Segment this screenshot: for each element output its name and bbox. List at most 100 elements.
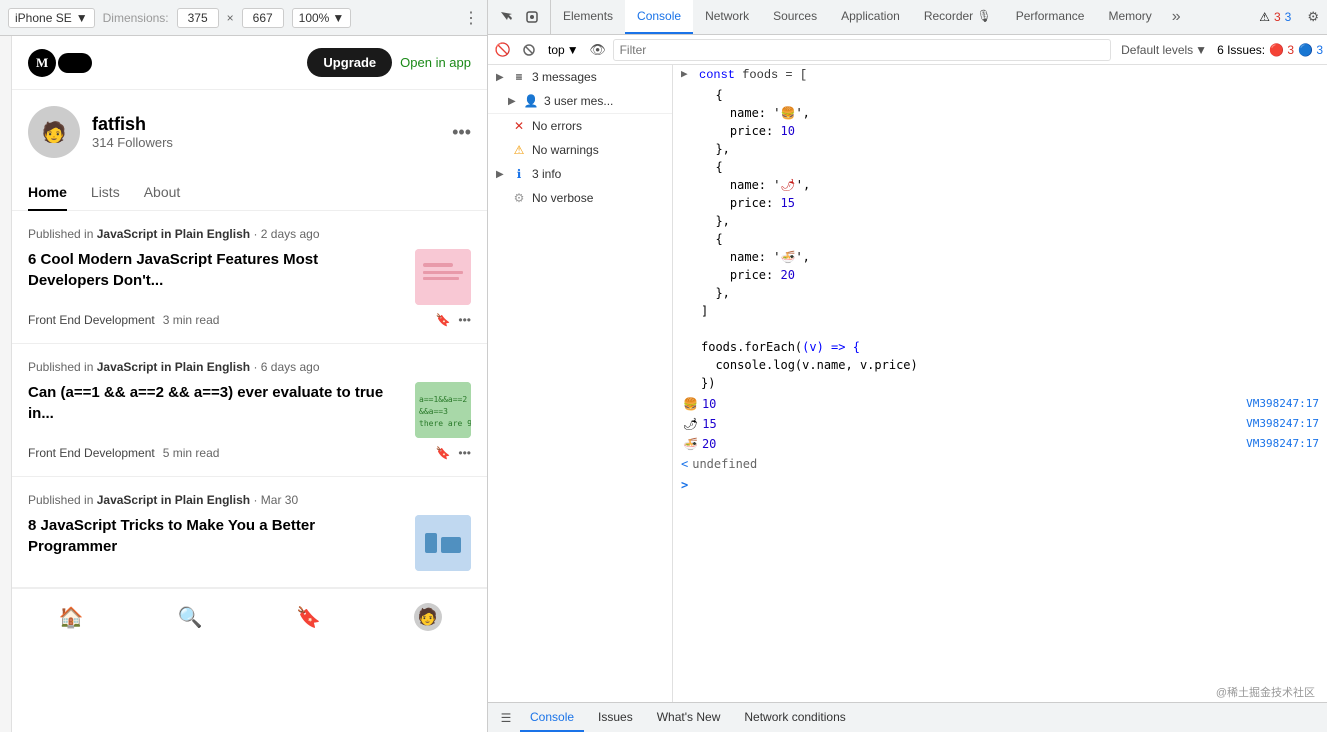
filter-input[interactable]: [613, 39, 1112, 61]
tag-1[interactable]: Front End Development: [28, 313, 155, 327]
tab-home[interactable]: Home: [28, 174, 67, 210]
toolbar-more-button[interactable]: ⋮: [463, 8, 479, 28]
bottom-nav-profile[interactable]: 🧑: [368, 597, 487, 637]
tab-recorder[interactable]: Recorder 🎙: [912, 0, 1004, 34]
device-selector[interactable]: iPhone SE ▼: [8, 8, 95, 28]
no-warnings-label: No warnings: [532, 143, 664, 157]
svg-text:&&a==3: &&a==3: [419, 407, 448, 416]
default-levels-button[interactable]: Default levels ▼: [1115, 41, 1213, 59]
tab-sources[interactable]: Sources: [761, 0, 829, 34]
console-main: ▶ ≡ 3 messages ▶ 👤 3 user mes... ✕ No er…: [488, 65, 1327, 702]
avatar-emoji: 🧑: [42, 120, 67, 145]
bottom-tab-issues[interactable]: Issues: [588, 703, 643, 732]
devtools-tab-bar: Elements Console Network Sources Applica…: [488, 0, 1327, 35]
logo-ellipse-icon: [58, 53, 92, 73]
tab-application[interactable]: Application: [829, 0, 912, 34]
svg-text:there are 9: there are 9: [419, 419, 471, 428]
no-errors-label: No errors: [532, 119, 664, 133]
bottom-nav-bookmark[interactable]: 🔖: [250, 597, 369, 637]
msg-group-all: ▶ ≡ 3 messages ▶ 👤 3 user mes...: [488, 65, 672, 114]
bottom-nav: 🏠 🔍 🔖 🧑: [12, 588, 487, 645]
bookmark-icon-1[interactable]: 🔖: [435, 313, 450, 327]
output-source-3[interactable]: VM398247:17: [1246, 435, 1319, 453]
eye-filter-button[interactable]: 👁: [587, 39, 609, 61]
article-title-1[interactable]: 6 Cool Modern JavaScript Features Most D…: [28, 249, 403, 291]
msg-row-user-messages[interactable]: ▶ 👤 3 user mes...: [488, 89, 672, 113]
article-more-1[interactable]: •••: [458, 313, 471, 327]
console-prompt[interactable]: >: [673, 474, 1327, 496]
devtools-inspect-icon[interactable]: [520, 5, 544, 29]
profile-left: 🧑 fatfish 314 Followers: [28, 106, 173, 158]
devtools-cursor-icon[interactable]: [494, 5, 518, 29]
console-issues-red[interactable]: 🔴 3: [1269, 43, 1294, 57]
article-title-2[interactable]: Can (a==1 && a==2 && a==3) ever evaluate…: [28, 382, 403, 424]
bottom-nav-search[interactable]: 🔍: [131, 597, 250, 637]
article-title-3[interactable]: 8 JavaScript Tricks to Make You a Better…: [28, 515, 403, 557]
msg-row-warnings[interactable]: ⚠ No warnings: [488, 138, 672, 162]
tab-lists[interactable]: Lists: [91, 174, 120, 210]
tab-console[interactable]: Console: [625, 0, 693, 34]
tab-network[interactable]: Network: [693, 0, 761, 34]
bottom-tab-network-conditions[interactable]: Network conditions: [734, 703, 855, 732]
console-stop-button[interactable]: 🚫: [492, 39, 514, 61]
publication-2: JavaScript in Plain English: [97, 360, 250, 374]
published-line-3: Published in JavaScript in Plain English…: [28, 493, 471, 507]
zoom-dropdown-icon: ▼: [332, 11, 344, 25]
profile-name: fatfish: [92, 114, 173, 135]
tag-2[interactable]: Front End Development: [28, 446, 155, 460]
devtools-settings-button[interactable]: ⚙: [1299, 0, 1327, 34]
code-line-15: foods.forEach((v) => {: [701, 338, 1319, 356]
output-val-2: 15: [702, 415, 716, 433]
bookmark-icon-2[interactable]: 🔖: [435, 446, 450, 460]
console-clear-button[interactable]: [518, 39, 540, 61]
code-line-3: name: '🍔',: [701, 104, 1319, 122]
bottom-tab-whats-new[interactable]: What's New: [647, 703, 731, 732]
line-indicator-1: ▶: [681, 66, 695, 84]
width-input[interactable]: 375: [177, 8, 219, 28]
messages-sidebar: ▶ ≡ 3 messages ▶ 👤 3 user mes... ✕ No er…: [488, 65, 673, 702]
upgrade-button[interactable]: Upgrade: [307, 48, 392, 77]
output-source-1[interactable]: VM398247:17: [1246, 395, 1319, 413]
profile-more-button[interactable]: •••: [452, 122, 471, 143]
console-output: ▶ const foods = [ { name: '🍔', price: 10…: [673, 65, 1327, 702]
msg-row-all-messages[interactable]: ▶ ≡ 3 messages: [488, 65, 672, 89]
code-line-17: }): [701, 374, 1319, 392]
tab-memory[interactable]: Memory: [1096, 0, 1163, 34]
default-levels-dropdown-icon: ▼: [1195, 43, 1207, 57]
result-indicator: <: [681, 455, 688, 473]
code-line-blank: [701, 320, 1319, 338]
bottom-bar-menu-icon[interactable]: ☰: [496, 708, 516, 728]
console-issues-blue[interactable]: 🔵 3: [1298, 43, 1323, 57]
warning-icon: ⚠: [512, 143, 526, 157]
zoom-selector[interactable]: 100% ▼: [292, 8, 352, 28]
bottom-nav-home[interactable]: 🏠: [12, 597, 131, 637]
msg-row-info[interactable]: ▶ ℹ 3 info: [488, 162, 672, 186]
console-bottom-bar: ☰ Console Issues What's New Network cond…: [488, 702, 1327, 732]
msg-row-errors[interactable]: ✕ No errors: [488, 114, 672, 138]
issues-red-count[interactable]: 3: [1274, 10, 1281, 24]
tab-elements[interactable]: Elements: [551, 0, 625, 34]
height-input[interactable]: 667: [242, 8, 284, 28]
article-more-2[interactable]: •••: [458, 446, 471, 460]
code-line-9: },: [701, 212, 1319, 230]
published-line-1: Published in JavaScript in Plain English…: [28, 227, 471, 241]
expand-user-icon: ▶: [508, 96, 518, 107]
top-level-selector[interactable]: top ▼: [544, 41, 583, 59]
output-line-2: 🌶 15 VM398247:17: [673, 414, 1327, 434]
device-label: iPhone SE: [15, 11, 72, 25]
tab-about[interactable]: About: [144, 174, 181, 210]
open-app-link[interactable]: Open in app: [400, 55, 471, 70]
bottom-tab-console[interactable]: Console: [520, 703, 584, 732]
msg-row-verbose[interactable]: ⚙ No verbose: [488, 186, 672, 210]
output-source-2[interactable]: VM398247:17: [1246, 415, 1319, 433]
issues-warning-icon: ⚠: [1259, 10, 1270, 24]
issues-blue-count[interactable]: 3: [1285, 10, 1292, 24]
console-line-1: ▶ const foods = [: [673, 65, 1327, 86]
output-val-3: 20: [702, 435, 716, 453]
followers-count: 314 Followers: [92, 135, 173, 150]
default-levels-label: Default levels: [1121, 43, 1193, 57]
publication-1: JavaScript in Plain English: [97, 227, 250, 241]
code-line-4: price: 10: [701, 122, 1319, 140]
tab-performance[interactable]: Performance: [1004, 0, 1097, 34]
tab-overflow-button[interactable]: »: [1164, 0, 1189, 34]
